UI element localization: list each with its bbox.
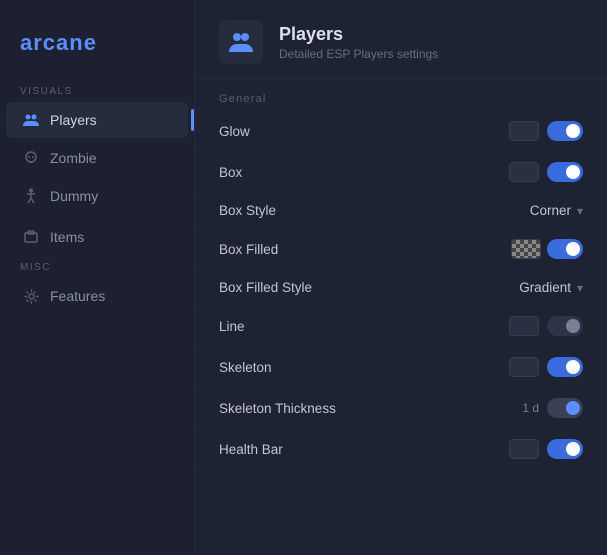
setting-row-box-style: Box Style Corner ▾	[195, 193, 607, 229]
setting-row-skeleton-thickness: Skeleton Thickness 1 d	[195, 388, 607, 429]
box-control	[509, 162, 583, 182]
skeleton-thickness-control: 1 d	[522, 398, 583, 418]
gear-icon	[22, 287, 40, 305]
box-style-dropdown[interactable]: Corner ▾	[530, 203, 583, 218]
chevron-down-icon: ▾	[577, 204, 583, 218]
glow-toggle[interactable]	[547, 121, 583, 141]
box-style-value: Corner	[530, 203, 571, 218]
page-title: Players	[279, 24, 438, 45]
box-color-btn[interactable]	[509, 162, 539, 182]
skull-icon	[22, 149, 40, 167]
page-header: Players Detailed ESP Players settings	[195, 0, 607, 79]
box-label: Box	[219, 165, 242, 180]
glow-color-btn[interactable]	[509, 121, 539, 141]
setting-row-health-bar: Health Bar	[195, 429, 607, 470]
general-section-label: General	[195, 79, 607, 111]
line-toggle[interactable]	[547, 316, 583, 336]
box-filled-style-control: Gradient ▾	[519, 280, 583, 295]
skeleton-toggle[interactable]	[547, 357, 583, 377]
box-filled-label: Box Filled	[219, 242, 278, 257]
box-style-label: Box Style	[219, 203, 276, 218]
page-header-icon	[219, 20, 263, 64]
section-label-visuals: VISUALS	[0, 80, 194, 101]
sidebar-item-dummy[interactable]: Dummy	[6, 178, 188, 214]
box-toggle[interactable]	[547, 162, 583, 182]
setting-row-line: Line	[195, 306, 607, 347]
sidebar: arcane VISUALS Players Zombie	[0, 0, 195, 555]
sidebar-item-label-features: Features	[50, 288, 105, 304]
sidebar-item-label-items: Items	[50, 229, 84, 245]
box-filled-style-dropdown[interactable]: Gradient ▾	[519, 280, 583, 295]
sidebar-item-features[interactable]: Features	[6, 278, 188, 314]
setting-row-box-filled-style: Box Filled Style Gradient ▾	[195, 270, 607, 306]
line-color-btn[interactable]	[509, 316, 539, 336]
glow-control	[509, 121, 583, 141]
sidebar-item-zombie[interactable]: Zombie	[6, 140, 188, 176]
box-filled-toggle[interactable]	[547, 239, 583, 259]
sidebar-item-players[interactable]: Players	[6, 102, 188, 138]
skeleton-thickness-value: 1 d	[522, 401, 539, 415]
setting-row-skeleton: Skeleton	[195, 347, 607, 388]
setting-row-glow: Glow	[195, 111, 607, 152]
items-icon	[22, 228, 40, 246]
sidebar-item-label-players: Players	[50, 112, 97, 128]
health-bar-toggle[interactable]	[547, 439, 583, 459]
box-filled-control	[511, 239, 583, 259]
page-header-text: Players Detailed ESP Players settings	[279, 24, 438, 61]
skeleton-thickness-toggle[interactable]	[547, 398, 583, 418]
page-subtitle: Detailed ESP Players settings	[279, 47, 438, 61]
skeleton-thickness-label: Skeleton Thickness	[219, 401, 336, 416]
main-content: Players Detailed ESP Players settings Ge…	[195, 0, 607, 555]
section-label-misc: MISC	[0, 256, 194, 277]
sidebar-item-label-zombie: Zombie	[50, 150, 97, 166]
line-control	[509, 316, 583, 336]
skeleton-color-btn[interactable]	[509, 357, 539, 377]
app-logo: arcane	[0, 20, 194, 80]
sidebar-item-label-dummy: Dummy	[50, 188, 98, 204]
skeleton-control	[509, 357, 583, 377]
box-filled-style-label: Box Filled Style	[219, 280, 312, 295]
box-filled-style-value: Gradient	[519, 280, 571, 295]
chevron-down-icon-2: ▾	[577, 281, 583, 295]
skeleton-label: Skeleton	[219, 360, 272, 375]
setting-row-box-filled: Box Filled	[195, 229, 607, 270]
box-style-control: Corner ▾	[530, 203, 583, 218]
box-filled-color-btn[interactable]	[511, 239, 541, 259]
health-bar-control	[509, 439, 583, 459]
sidebar-item-items[interactable]: Items	[6, 219, 188, 255]
health-bar-color-btn[interactable]	[509, 439, 539, 459]
dummy-icon	[22, 187, 40, 205]
players-icon	[22, 111, 40, 129]
health-bar-label: Health Bar	[219, 442, 283, 457]
setting-row-box: Box	[195, 152, 607, 193]
line-label: Line	[219, 319, 245, 334]
glow-label: Glow	[219, 124, 250, 139]
